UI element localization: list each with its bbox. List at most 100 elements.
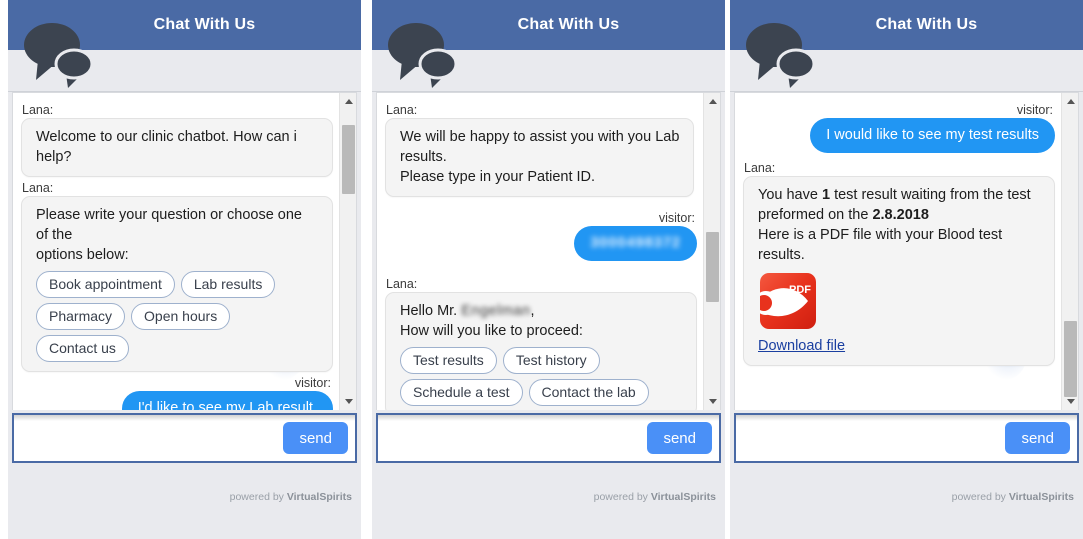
message-line: options below:	[36, 247, 129, 263]
chat-log-2: Lana: We will be happy to assist you wit…	[376, 92, 721, 410]
chat-title-1: Chat With Us	[153, 16, 256, 33]
powered-by-label: powered by VirtualSpirits	[952, 491, 1074, 503]
user-message-bubble: I would like to see my test results	[810, 118, 1055, 153]
chat-title-3: Chat With Us	[875, 16, 978, 33]
quick-reply-options: Book appointment Lab results Pharmacy Op…	[36, 271, 318, 362]
option-open-hours[interactable]: Open hours	[131, 303, 231, 330]
text-segment: preformed on the	[758, 207, 873, 223]
option-book-appointment[interactable]: Book appointment	[36, 271, 175, 298]
bot-message-bubble: Hello Mr. Engelman, How will you like to…	[385, 292, 697, 410]
message-row: Welcome to our clinic chatbot. How can i…	[21, 118, 333, 177]
caret-down-icon[interactable]	[340, 393, 356, 410]
chat-subbar-1	[8, 50, 361, 92]
redacted-patient-name: Engelman	[461, 303, 531, 319]
chat-header-3: Chat With Us	[730, 0, 1083, 50]
chat-widget-1: Chat With Us Lana: Welcome to our clinic…	[8, 0, 361, 539]
speaker-label: Lana:	[744, 161, 776, 175]
message-line: We will be happy to assist you with you …	[400, 129, 680, 145]
message-row: Please write your question or choose one…	[21, 196, 333, 372]
quick-reply-options: Test results Test history Schedule a tes…	[400, 347, 682, 406]
svg-text:PDF: PDF	[789, 284, 811, 296]
message-row: You have 1 test result waiting from the …	[743, 176, 1055, 366]
greeting-prefix: Hello Mr.	[400, 303, 462, 319]
caret-up-icon[interactable]	[340, 93, 356, 110]
message-input-1[interactable]	[22, 419, 302, 457]
option-test-results[interactable]: Test results	[400, 347, 497, 374]
scrollbar-thumb[interactable]	[1064, 321, 1077, 398]
send-button-2[interactable]: send	[647, 422, 712, 454]
user-message-bubble: I'd like to see my Lab result.	[121, 391, 333, 410]
message-row: I would like to see my test results	[743, 118, 1055, 153]
message-row: 3000498372	[385, 226, 697, 261]
scrollbar-thumb[interactable]	[706, 232, 719, 303]
user-message-bubble: 3000498372	[574, 226, 697, 261]
send-button-1[interactable]: send	[283, 422, 348, 454]
chat-footer-2: powered by VirtualSpirits	[372, 463, 725, 539]
chat-header-1: Chat With Us	[8, 0, 361, 50]
message-line: results.	[400, 149, 447, 165]
caret-down-icon[interactable]	[704, 393, 720, 410]
speaker-label: Lana:	[386, 103, 418, 117]
option-pharmacy[interactable]: Pharmacy	[36, 303, 126, 330]
powered-prefix: powered by	[951, 491, 1009, 503]
message-line: Please write your question or choose one…	[36, 207, 302, 243]
message-input-3[interactable]	[744, 419, 1024, 457]
speaker-label: visitor:	[1016, 103, 1053, 117]
powered-brand: VirtualSpirits	[650, 491, 716, 503]
chat-scroll-2: Lana: We will be happy to assist you wit…	[377, 93, 703, 410]
chat-scroll-3: visitor: I would like to see my test res…	[735, 93, 1061, 410]
chat-subbar-2	[372, 50, 725, 92]
bot-message-bubble: You have 1 test result waiting from the …	[743, 176, 1055, 366]
redacted-patient-id: 3000498372	[590, 235, 681, 251]
caret-down-icon[interactable]	[1062, 393, 1078, 410]
powered-by-label: powered by VirtualSpirits	[230, 491, 352, 503]
scrollbar-thumb[interactable]	[342, 124, 355, 195]
message-input-2[interactable]	[386, 419, 666, 457]
bot-message-bubble: We will be happy to assist you with you …	[385, 118, 695, 197]
powered-prefix: powered by	[229, 491, 287, 503]
chat-log-3: visitor: I would like to see my test res…	[734, 92, 1079, 410]
powered-by-label: powered by VirtualSpirits	[594, 491, 716, 503]
test-date: 2.8.2018	[872, 207, 929, 223]
option-schedule-a-test[interactable]: Schedule a test	[400, 379, 523, 406]
option-contact-us[interactable]: Contact us	[36, 335, 129, 362]
message-line: Here is a PDF file with your Blood test …	[758, 227, 1003, 263]
caret-up-icon[interactable]	[1062, 93, 1078, 110]
option-lab-results[interactable]: Lab results	[180, 271, 276, 298]
message-line: Please type in your Patient ID.	[400, 169, 596, 185]
message-line: You have 1 test result waiting from the …	[758, 185, 1040, 205]
message-line: Welcome to our clinic chatbot. How can i…	[36, 129, 297, 165]
chat-scrollbar-2[interactable]	[703, 93, 720, 410]
powered-brand: VirtualSpirits	[1008, 491, 1074, 503]
caret-up-icon[interactable]	[704, 93, 720, 110]
speaker-label: Lana:	[22, 181, 54, 195]
chat-title-2: Chat With Us	[517, 16, 620, 33]
greeting-line: Hello Mr. Engelman,	[400, 301, 682, 321]
pdf-file-icon[interactable]: PDF	[760, 273, 816, 329]
chat-footer-3: powered by VirtualSpirits	[730, 463, 1083, 539]
chat-scrollbar-1[interactable]	[339, 93, 356, 410]
option-contact-the-lab[interactable]: Contact the lab	[528, 379, 649, 406]
powered-prefix: powered by	[593, 491, 651, 503]
message-row: We will be happy to assist you with you …	[385, 118, 697, 197]
text-segment: test result waiting from the test	[830, 187, 1031, 203]
chat-widget-2: Chat With Us Lana: We will be happy to a…	[372, 0, 725, 539]
speaker-label: visitor:	[658, 211, 695, 225]
chat-widget-3: Chat With Us visitor: I would like to se…	[730, 0, 1083, 539]
result-count: 1	[821, 187, 831, 203]
download-file-link[interactable]: Download file	[758, 336, 845, 356]
message-line: preformed on the 2.8.2018	[758, 205, 1040, 225]
speaker-label: Lana:	[22, 103, 54, 117]
send-button-3[interactable]: send	[1005, 422, 1070, 454]
option-test-history[interactable]: Test history	[502, 347, 600, 374]
message-row: I'd like to see my Lab result.	[21, 391, 333, 410]
screenshot-stage: Chat With Us Lana: Welcome to our clinic…	[0, 0, 1083, 539]
chat-footer-1: powered by VirtualSpirits	[8, 463, 361, 539]
message-input-bar-1: send	[12, 413, 357, 463]
speaker-label: visitor:	[294, 376, 331, 390]
bot-message-bubble: Please write your question or choose one…	[21, 196, 333, 372]
chat-subbar-3	[730, 50, 1083, 92]
chat-scroll-1: Lana: Welcome to our clinic chatbot. How…	[13, 93, 339, 410]
chat-header-2: Chat With Us	[372, 0, 725, 50]
chat-scrollbar-3[interactable]	[1061, 93, 1078, 410]
